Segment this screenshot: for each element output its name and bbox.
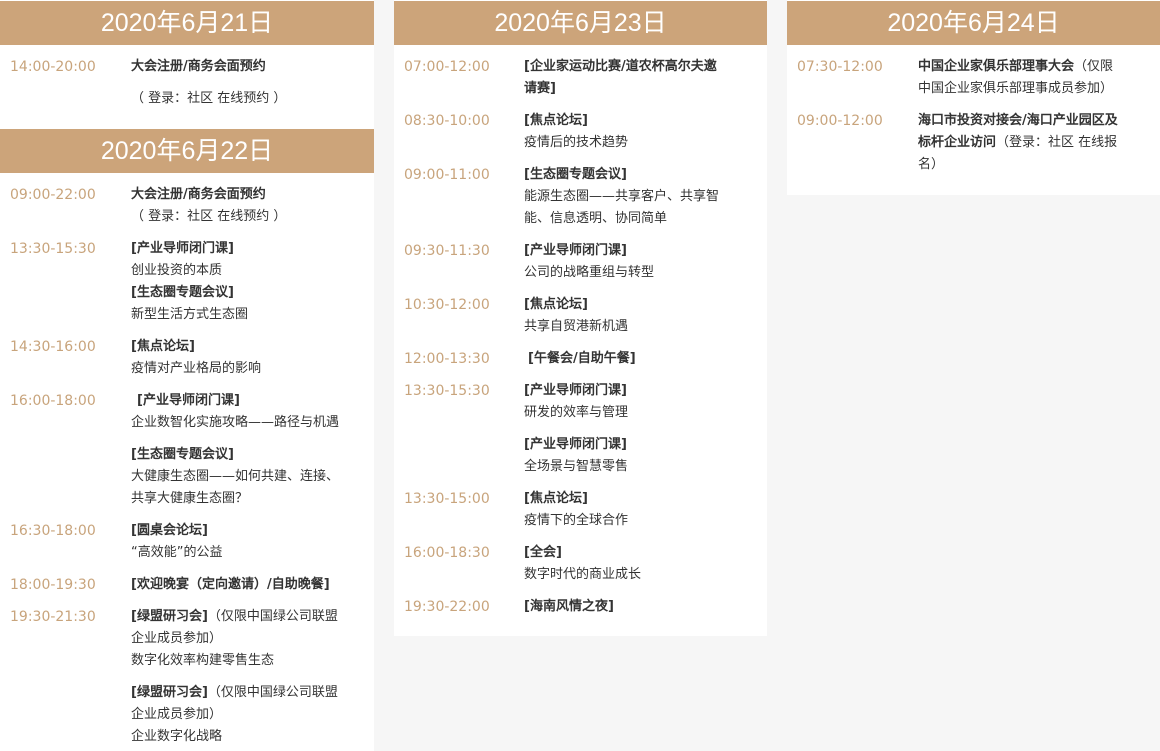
agenda-title: [企业家运动比赛/道农杯高尔夫邀 — [524, 59, 717, 74]
agenda-title: 中国企业家俱乐部理事大会 — [918, 59, 1075, 74]
agenda-time: 07:00-12:00 — [404, 59, 490, 75]
agenda-title: [产业导师闭门课] — [137, 393, 240, 408]
agenda-note: （登录：社区 在线报 — [996, 135, 1118, 150]
agenda-topic: 全场景与智慧零售 — [524, 459, 629, 474]
agenda-title: [产业导师闭门课] — [524, 383, 627, 398]
agenda-topic: “高效能”的公益 — [131, 545, 223, 560]
agenda-note: （仅限中国绿公司联盟 — [207, 609, 338, 624]
agenda-time: 13:30-15:30 — [404, 383, 490, 399]
agenda-note: （ 登录：社区 在线预约 ） — [131, 91, 287, 106]
agenda-topic: 大健康生态圈——如何共建、连接、 — [131, 469, 340, 484]
agenda-time: 10:30-12:00 — [404, 297, 490, 313]
agenda-title: [焦点论坛] — [524, 113, 588, 128]
agenda-time: 09:30-11:30 — [404, 243, 490, 259]
agenda-title: [生态圈专题会议] — [131, 447, 234, 462]
agenda-topic: 数字时代的商业成长 — [524, 567, 642, 582]
schedule-column-3: 2020年6月24日 07:30-12:00 中国企业家俱乐部理事大会（仅限 中… — [787, 0, 1160, 195]
schedule-column-1: 2020年6月21日 14:00-20:00 大会注册/商务会面预约 （ 登录：… — [0, 0, 374, 751]
agenda-time: 07:30-12:00 — [797, 59, 883, 75]
agenda-time: 09:00-12:00 — [797, 113, 883, 129]
agenda-topic: 企业数智化实施攻略——路径与机遇 — [131, 415, 340, 430]
agenda-title: 请赛] — [524, 81, 556, 96]
agenda-title: [生态圈专题会议] — [524, 167, 627, 182]
agenda-title: [产业导师闭门课] — [131, 241, 234, 256]
agenda-time: 08:30-10:00 — [404, 113, 490, 129]
agenda-time: 18:00-19:30 — [10, 577, 96, 593]
agenda-title: 大会注册/商务会面预约 — [131, 187, 266, 202]
agenda-time: 19:30-22:00 — [404, 599, 490, 615]
agenda-title: [海南风情之夜] — [524, 599, 614, 614]
day-header-0623: 2020年6月23日 — [394, 1, 767, 45]
day-header-0624: 2020年6月24日 — [787, 1, 1160, 45]
agenda-note: 名） — [918, 157, 945, 172]
agenda-note: 企业成员参加） — [131, 707, 223, 722]
day-header-0621: 2020年6月21日 — [0, 1, 374, 45]
agenda-title: [焦点论坛] — [524, 297, 588, 312]
agenda-time: 13:30-15:00 — [404, 491, 490, 507]
agenda-title: 海口市投资对接会/海口产业园区及 — [918, 113, 1118, 128]
agenda-time: 16:00-18:30 — [404, 545, 490, 561]
agenda-topic: 研发的效率与管理 — [524, 405, 629, 420]
agenda-title: [全会] — [524, 545, 562, 560]
agenda-time: 12:00-13:30 — [404, 351, 490, 367]
agenda-title: [焦点论坛] — [131, 339, 195, 354]
agenda-title: [产业导师闭门课] — [524, 437, 627, 452]
agenda-time: 13:30-15:30 — [10, 241, 96, 257]
schedule-column-2: 2020年6月23日 07:00-12:00 [企业家运动比赛/道农杯高尔夫邀 … — [394, 0, 767, 636]
agenda-topic: 新型生活方式生态圈 — [131, 307, 249, 322]
agenda-note: （仅限中国绿公司联盟 — [207, 685, 338, 700]
agenda-title: [欢迎晚宴（定向邀请）/自助晚餐] — [131, 577, 330, 592]
agenda-note: 中国企业家俱乐部理事成员参加） — [918, 81, 1114, 96]
agenda-topic: 能源生态圈——共享客户、共享智 — [524, 189, 720, 204]
agenda-topic: 共享自贸港新机遇 — [524, 319, 629, 334]
agenda-title: [焦点论坛] — [524, 491, 588, 506]
agenda-topic: 共享大健康生态圈？ — [131, 491, 249, 506]
agenda-time: 16:00-18:00 — [10, 393, 96, 409]
agenda-note: 企业成员参加） — [131, 631, 223, 646]
agenda-topic: 能、信息透明、协同简单 — [524, 211, 668, 226]
agenda-topic: 企业数字化战略 — [131, 729, 223, 744]
agenda-title: [绿盟研习会] — [131, 609, 208, 624]
agenda-title: [绿盟研习会] — [131, 685, 208, 700]
agenda-topic: 数字化效率构建零售生态 — [131, 653, 275, 668]
agenda-title: [圆桌会论坛] — [131, 523, 208, 538]
agenda-topic: 公司的战略重组与转型 — [524, 265, 655, 280]
agenda-title: [午餐会/自助午餐] — [528, 351, 636, 366]
agenda-time: 14:30-16:00 — [10, 339, 96, 355]
agenda-topic: 疫情下的全球合作 — [524, 513, 629, 528]
agenda-time: 14:00-20:00 — [10, 59, 96, 75]
agenda-title: [产业导师闭门课] — [524, 243, 627, 258]
agenda-time: 19:30-21:30 — [10, 609, 96, 625]
agenda-topic: 创业投资的本质 — [131, 263, 223, 278]
agenda-title: 标杆企业访问 — [918, 135, 997, 150]
agenda-title: [生态圈专题会议] — [131, 285, 234, 300]
agenda-time: 09:00-22:00 — [10, 187, 96, 203]
agenda-title: 大会注册/商务会面预约 — [131, 59, 266, 74]
agenda-note: （仅限 — [1074, 59, 1114, 74]
agenda-time: 16:30-18:00 — [10, 523, 96, 539]
agenda-topic: 疫情对产业格局的影响 — [131, 361, 262, 376]
agenda-time: 09:00-11:00 — [404, 167, 490, 183]
day-header-0622: 2020年6月22日 — [0, 129, 374, 173]
agenda-topic: 疫情后的技术趋势 — [524, 135, 629, 150]
agenda-note: （ 登录：社区 在线预约 ） — [131, 209, 287, 224]
